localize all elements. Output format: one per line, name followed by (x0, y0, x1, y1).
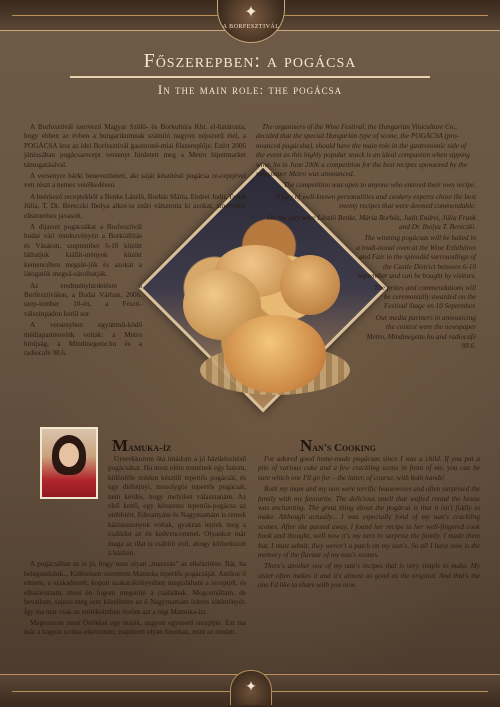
intro-paragraph: A Borfesztivál szervező Magyar Szőlő- és… (24, 123, 246, 169)
intro-paragraph-en: Our media partners in announcing the con… (366, 313, 476, 350)
intro-paragraph-en: The competition was open to anyone who e… (283, 181, 477, 190)
intro-paragraph-en: The prizes and commendations will be cer… (374, 283, 476, 311)
intro-paragraph: A beérkező receptekből a Benke László, B… (24, 192, 246, 220)
mamuka-paragraph: A pogácsában az is jó, hogy nem olyan „m… (24, 560, 246, 616)
intro-paragraph: A versenyre bárki benevezhetett, aki saj… (24, 172, 246, 190)
intro-paragraph: Az eredményhirdetésre a Borfesztiválon, … (24, 281, 142, 318)
title-divider (70, 76, 430, 78)
mamuka-heading-text: amuka-íz (128, 442, 172, 454)
intro-paragraph-en: The organisers of the Wine Festival, the… (256, 123, 471, 179)
nan-heading-initial: N (300, 436, 313, 455)
festival-logo: ✦ A BORFESZTIVÁL (217, 0, 285, 43)
intro-paragraph-en: On the jury were László Benke, Mária Bor… (267, 213, 476, 232)
nan-column: I've adored good home-made pogácsas sinc… (258, 455, 480, 593)
hungarian-intro-column: A Borfesztivál szervező Magyar Szőlő- és… (24, 123, 246, 361)
intro-paragraph-en: The winning pogácsas will be baked in a … (356, 234, 476, 281)
logo-emblem-icon: ✦ (244, 4, 258, 21)
nan-paragraph: I've adored good home-made pogácsas sinc… (258, 455, 480, 482)
intro-paragraph: A versenyben együttmű-ködő médiapartnere… (24, 321, 142, 358)
intro-paragraph-en: A jury of well-known personalities and c… (275, 192, 476, 211)
mamuka-heading: Mamuka-íz (112, 436, 171, 456)
bottom-emblem-icon: ✦ (230, 670, 272, 705)
page-subtitle: In the main role: the pogácsa (157, 82, 343, 97)
logo-text: A BORFESZTIVÁL (222, 24, 280, 30)
nan-heading: Nan's Cooking (300, 436, 376, 456)
mamuka-paragraph: Megosztom most Önökkel egy másik, nagyon… (24, 618, 246, 637)
nan-paragraph: Both my mum and my nan were terrific hou… (258, 485, 480, 560)
page-title: Főszerepben: a pogácsa (143, 50, 357, 72)
mamuka-heading-initial: M (112, 436, 129, 455)
mamuka-column: Gyerekkorom óta imádom a jó házikészítés… (24, 455, 246, 640)
mamuka-paragraph: Gyerekkorom óta imádom a jó házikészítés… (108, 455, 246, 558)
nan-paragraph: There's another one of my nan's recipes … (258, 562, 480, 590)
nan-heading-text: an's Cooking (312, 442, 376, 454)
english-intro-column: The organisers of the Wine Festival, the… (256, 123, 476, 353)
intro-paragraph: A díjazott pogácsákat a Borfesztivál bud… (24, 223, 142, 279)
magazine-page: ✦ A BORFESZTIVÁL Főszerepben: a pogácsa … (0, 0, 500, 707)
